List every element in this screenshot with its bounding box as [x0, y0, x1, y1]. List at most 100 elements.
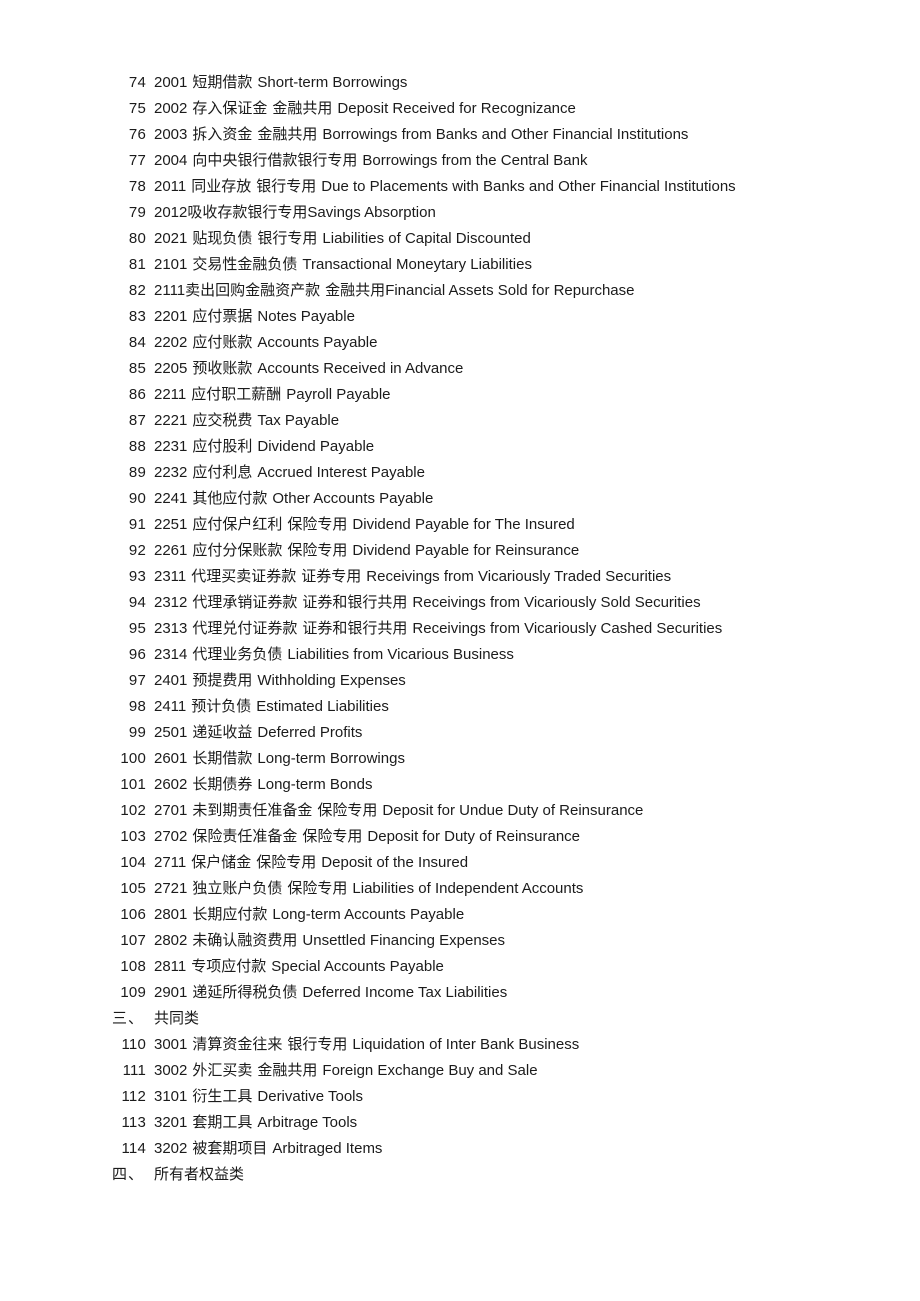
account-scope-note: 证券和银行共用: [302, 620, 408, 637]
account-code: 2202: [154, 334, 188, 351]
account-entry: 2021 贴现负债 银行专用 Liabilities of Capital Disco…: [146, 226, 531, 252]
account-row: 81 2101 交易性金融负债 Transactional Moneytary Lia…: [110, 252, 900, 278]
account-entry: 3001 清算资金往来 银行专用 Liquidation of Inter Bank …: [146, 1032, 579, 1058]
account-entry: 2802 未确认融资费用 Unsettled Financing Expenses: [146, 928, 505, 954]
account-entry: 2205 预收账款 Accounts Received in Advance: [146, 356, 463, 382]
account-name-en: Accrued Interest Payable: [257, 464, 425, 481]
account-name-cn: 外汇买卖: [192, 1062, 253, 1079]
account-entry: 2811 专项应付款 Special Accounts Payable: [146, 954, 444, 980]
account-entry: 2231 应付股利 Dividend Payable: [146, 434, 374, 460]
account-scope-note: 金融共用: [272, 100, 333, 117]
account-name-cn: 衍生工具: [192, 1088, 253, 1105]
row-index: 98: [128, 698, 146, 715]
account-code: 2221: [154, 412, 188, 429]
account-scope-note: 保险专用: [302, 828, 363, 845]
account-entry: 2232 应付利息 Accrued Interest Payable: [146, 460, 425, 486]
account-row: 82 2111卖出回购金融资产款 金融共用Financial Assets Sold…: [110, 278, 900, 304]
account-entry: 2702 保险责任准备金 保险专用 Deposit for Duty of Reins…: [146, 824, 580, 850]
account-row: 93 2311 代理买卖证券款 证券专用 Receivings from Vicario…: [110, 564, 900, 590]
row-index: 75: [128, 100, 146, 117]
account-name-en: Derivative Tools: [257, 1088, 363, 1105]
account-name-en: Estimated Liabilities: [256, 698, 389, 715]
account-entry: 2101 交易性金融负债 Transactional Moneytary Liabi…: [146, 252, 532, 278]
account-name-cn: 应付账款: [192, 334, 253, 351]
account-entry: 2701 未到期责任准备金 保险专用 Deposit for Undue Duty o…: [146, 798, 643, 824]
account-name-cn: 应付利息: [192, 464, 253, 481]
row-index: 87: [128, 412, 146, 429]
account-name-en: Deposit of the Insured: [321, 854, 469, 871]
row-index: 89: [128, 464, 146, 481]
account-name-en: Notes Payable: [257, 308, 355, 325]
account-name-cn: 保户储金: [191, 854, 252, 871]
row-index: 92: [128, 542, 146, 559]
account-entry: 2901 递延所得税负债 Deferred Income Tax Liabiliti…: [146, 980, 507, 1006]
account-name-en: Liquidation of Inter Bank Business: [352, 1036, 580, 1053]
account-name-en: Deferred Income Tax Liabilities: [302, 984, 508, 1001]
account-name-en: Borrowings from the Central Bank: [362, 152, 588, 169]
row-index: 111: [122, 1062, 146, 1079]
account-row: 98 2411 预计负债 Estimated Liabilities: [110, 694, 900, 720]
row-index: 91: [128, 516, 146, 533]
liability-rows-group: 74 2001 短期借款 Short-term Borrowings 75 2002 存入保…: [110, 70, 900, 1006]
account-code: 2232: [154, 464, 188, 481]
account-name-cn: 应付票据: [192, 308, 253, 325]
account-name-cn: 代理兑付证券款: [192, 620, 298, 637]
row-index: 85: [128, 360, 146, 377]
account-name-en: Due to Placements with Banks and Other F…: [321, 178, 736, 195]
account-code: 2501: [154, 724, 188, 741]
account-row: 91 2251 应付保户红利 保险专用 Dividend Payable for The…: [110, 512, 900, 538]
account-name-cn: 应交税费: [192, 412, 253, 429]
account-code: 2002: [154, 100, 188, 117]
account-code: 3201: [154, 1114, 188, 1131]
account-name-en: Deferred Profits: [257, 724, 363, 741]
account-row: 95 2313 代理兑付证券款 证券和银行共用 Receivings from Vica…: [110, 616, 900, 642]
account-code: 2004: [154, 152, 188, 169]
account-name-en: Arbitraged Items: [272, 1140, 383, 1157]
account-name-en: Receivings from Vicariously Sold Securit…: [412, 594, 701, 611]
account-code: 2602: [154, 776, 188, 793]
account-code: 2101: [154, 256, 188, 273]
account-entry: 2003 拆入资金 金融共用 Borrowings from Banks and Ot…: [146, 122, 688, 148]
account-code: 2721: [154, 880, 188, 897]
account-scope-note: 保险专用: [287, 516, 348, 533]
account-code: 2011: [154, 178, 187, 195]
row-index: 106: [120, 906, 146, 923]
account-entry: 2111卖出回购金融资产款 金融共用Financial Assets Sold f…: [146, 278, 634, 304]
account-name-en: Dividend Payable: [257, 438, 375, 455]
row-index: 109: [120, 984, 146, 1001]
account-scope-note: 银行专用: [287, 1036, 348, 1053]
account-entry: 2202 应付账款 Accounts Payable: [146, 330, 377, 356]
account-name-cn: 应付分保账款: [192, 542, 283, 559]
account-code: 2261: [154, 542, 188, 559]
account-code: 2201: [154, 308, 188, 325]
account-row: 96 2314 代理业务负债 Liabilities from Vicarious B…: [110, 642, 900, 668]
row-index: 94: [128, 594, 146, 611]
account-scope-note: 金融共用: [257, 1062, 318, 1079]
row-index: 81: [128, 256, 146, 273]
account-code: 2901: [154, 984, 188, 1001]
account-row: 94 2312 代理承销证券款 证券和银行共用 Receivings from Vica…: [110, 590, 900, 616]
account-entry: 2004 向中央银行借款银行专用 Borrowings from the Centr…: [146, 148, 588, 174]
account-entry: 2411 预计负债 Estimated Liabilities: [146, 694, 389, 720]
account-entry: 2011 同业存放 银行专用 Due to Placements with Banks…: [146, 174, 736, 200]
account-code: 2314: [154, 646, 188, 663]
row-index: 113: [121, 1114, 146, 1131]
account-name-en: Special Accounts Payable: [271, 958, 444, 975]
row-index: 103: [120, 828, 146, 845]
section-label: 共同类: [154, 1010, 200, 1027]
account-name-cn: 卖出回购金融资产款: [185, 282, 321, 299]
account-name-en: Receivings from Vicariously Cashed Secur…: [412, 620, 723, 637]
account-scope-note: 证券和银行共用: [302, 594, 408, 611]
account-row: 99 2501 递延收益 Deferred Profits: [110, 720, 900, 746]
account-name-en: Deposit Received for Recognizance: [337, 100, 576, 117]
account-name-cn: 吸收存款银行专用: [187, 204, 308, 221]
account-row: 114 3202 被套期项目 Arbitraged Items: [110, 1136, 900, 1162]
account-name-cn: 套期工具: [192, 1114, 253, 1131]
account-entry: 3101 衍生工具 Derivative Tools: [146, 1084, 363, 1110]
row-index: 84: [128, 334, 146, 351]
account-name-cn: 预计负债: [191, 698, 252, 715]
account-entry: 2314 代理业务负债 Liabilities from Vicarious Bus…: [146, 642, 514, 668]
account-code: 2211: [154, 386, 187, 403]
account-name-cn: 长期借款: [192, 750, 253, 767]
account-row: 87 2221 应交税费 Tax Payable: [110, 408, 900, 434]
